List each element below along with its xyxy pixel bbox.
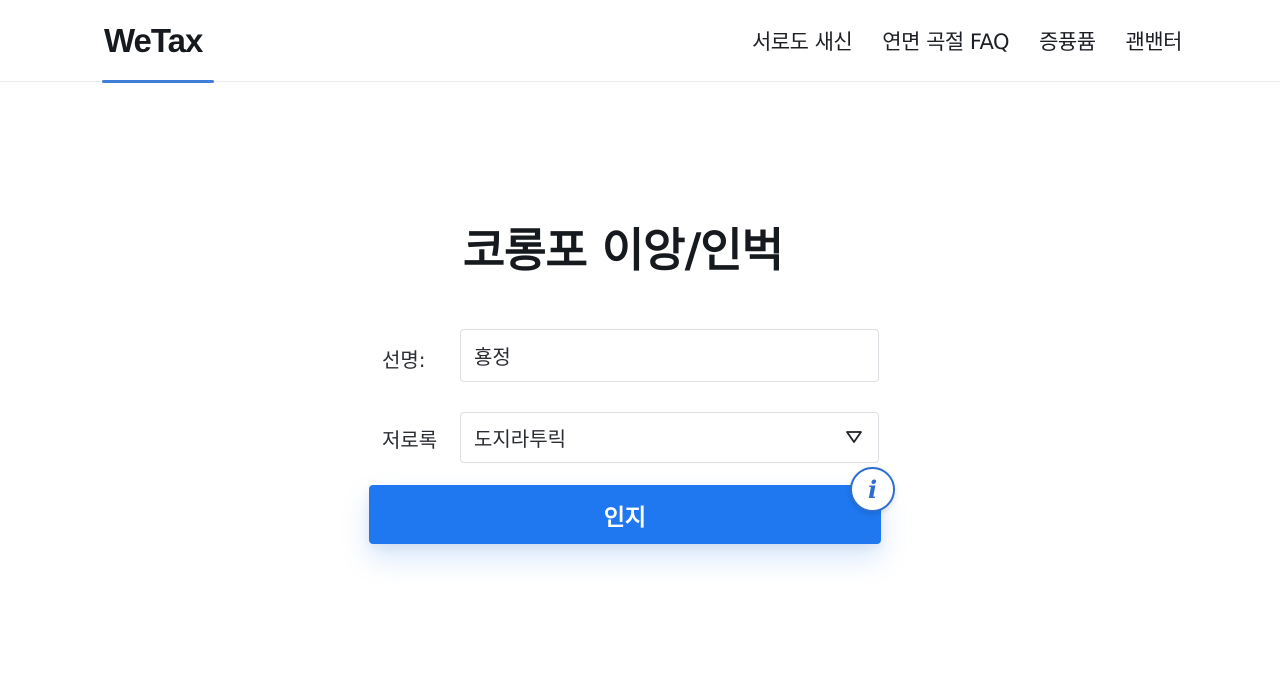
page-title: 코롱포 이앙/인벅 bbox=[462, 223, 784, 277]
nav-item-1[interactable]: 서로도 새신 bbox=[752, 26, 853, 56]
main-nav: 서로도 새신 연면 곡절 FAQ 증퓽퓸 괜밴터 bbox=[752, 26, 1183, 56]
role-label: 저로록 bbox=[382, 428, 438, 452]
role-select[interactable]: 도지라투릭 bbox=[460, 412, 879, 463]
name-input[interactable] bbox=[460, 329, 879, 382]
site-header: WeTax 서로도 새신 연면 곡절 FAQ 증퓽퓸 괜밴터 bbox=[0, 0, 1280, 83]
wetax-logo[interactable]: WeTax bbox=[104, 22, 203, 60]
role-select-value: 도지라투릭 bbox=[474, 427, 566, 451]
info-button[interactable]: i bbox=[850, 467, 895, 512]
nav-item-4[interactable]: 괜밴터 bbox=[1126, 26, 1183, 56]
caret-down-icon bbox=[846, 431, 862, 443]
info-icon: i bbox=[867, 474, 878, 504]
nav-item-faq[interactable]: 연면 곡절 FAQ bbox=[882, 26, 1009, 56]
active-tab-underline bbox=[102, 80, 214, 83]
nav-item-3[interactable]: 증퓽퓸 bbox=[1039, 26, 1096, 56]
submit-button[interactable]: 인지 bbox=[369, 485, 881, 544]
name-label: 선명: bbox=[382, 348, 426, 372]
